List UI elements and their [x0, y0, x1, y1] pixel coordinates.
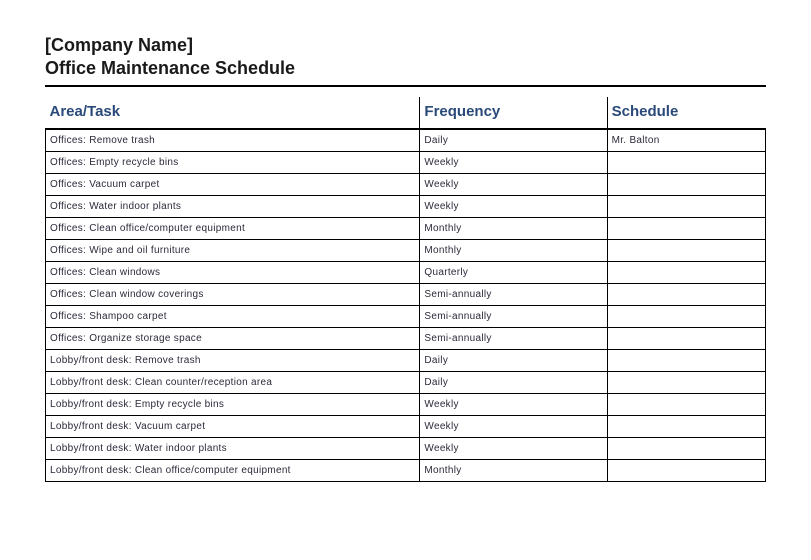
- table-row: Offices: Remove trashDailyMr. Balton: [46, 129, 766, 152]
- cell-frequency: Weekly: [420, 152, 607, 174]
- table-row: Offices: Clean window coveringsSemi-annu…: [46, 284, 766, 306]
- cell-area: Offices: Organize storage space: [46, 328, 420, 350]
- cell-frequency: Weekly: [420, 174, 607, 196]
- cell-frequency: Daily: [420, 129, 607, 152]
- cell-area: Lobby/front desk: Clean counter/receptio…: [46, 372, 420, 394]
- table-row: Lobby/front desk: Clean counter/receptio…: [46, 372, 766, 394]
- cell-schedule: Mr. Balton: [607, 129, 765, 152]
- company-name: [Company Name]: [45, 35, 766, 56]
- table-row: Offices: Water indoor plantsWeekly: [46, 196, 766, 218]
- cell-area: Offices: Clean office/computer equipment: [46, 218, 420, 240]
- cell-schedule: [607, 262, 765, 284]
- table-row: Lobby/front desk: Water indoor plantsWee…: [46, 438, 766, 460]
- cell-area: Offices: Empty recycle bins: [46, 152, 420, 174]
- table-row: Offices: Vacuum carpetWeekly: [46, 174, 766, 196]
- cell-frequency: Weekly: [420, 438, 607, 460]
- cell-area: Lobby/front desk: Remove trash: [46, 350, 420, 372]
- title-divider: [45, 85, 766, 87]
- cell-area: Lobby/front desk: Clean office/computer …: [46, 460, 420, 482]
- cell-frequency: Monthly: [420, 460, 607, 482]
- cell-schedule: [607, 460, 765, 482]
- cell-schedule: [607, 394, 765, 416]
- cell-frequency: Weekly: [420, 196, 607, 218]
- cell-schedule: [607, 328, 765, 350]
- cell-frequency: Monthly: [420, 218, 607, 240]
- cell-schedule: [607, 438, 765, 460]
- cell-area: Offices: Wipe and oil furniture: [46, 240, 420, 262]
- cell-area: Offices: Remove trash: [46, 129, 420, 152]
- table-row: Offices: Clean office/computer equipment…: [46, 218, 766, 240]
- cell-frequency: Quarterly: [420, 262, 607, 284]
- cell-schedule: [607, 240, 765, 262]
- cell-schedule: [607, 416, 765, 438]
- col-header-frequency: Frequency: [420, 97, 607, 129]
- table-row: Offices: Organize storage spaceSemi-annu…: [46, 328, 766, 350]
- cell-frequency: Daily: [420, 372, 607, 394]
- cell-frequency: Daily: [420, 350, 607, 372]
- cell-frequency: Monthly: [420, 240, 607, 262]
- cell-frequency: Semi-annually: [420, 306, 607, 328]
- maintenance-table: Area/Task Frequency Schedule Offices: Re…: [45, 97, 766, 482]
- cell-schedule: [607, 350, 765, 372]
- table-header-row: Area/Task Frequency Schedule: [46, 97, 766, 129]
- table-row: Offices: Wipe and oil furnitureMonthly: [46, 240, 766, 262]
- cell-area: Lobby/front desk: Vacuum carpet: [46, 416, 420, 438]
- col-header-schedule: Schedule: [607, 97, 765, 129]
- cell-frequency: Semi-annually: [420, 284, 607, 306]
- table-row: Lobby/front desk: Clean office/computer …: [46, 460, 766, 482]
- cell-schedule: [607, 218, 765, 240]
- cell-area: Offices: Water indoor plants: [46, 196, 420, 218]
- cell-schedule: [607, 152, 765, 174]
- table-row: Lobby/front desk: Vacuum carpetWeekly: [46, 416, 766, 438]
- cell-schedule: [607, 174, 765, 196]
- cell-area: Offices: Clean window coverings: [46, 284, 420, 306]
- cell-area: Lobby/front desk: Water indoor plants: [46, 438, 420, 460]
- cell-area: Offices: Clean windows: [46, 262, 420, 284]
- table-row: Offices: Empty recycle binsWeekly: [46, 152, 766, 174]
- cell-schedule: [607, 196, 765, 218]
- document-title: Office Maintenance Schedule: [45, 58, 766, 79]
- cell-frequency: Weekly: [420, 416, 607, 438]
- cell-area: Offices: Vacuum carpet: [46, 174, 420, 196]
- cell-schedule: [607, 284, 765, 306]
- cell-frequency: Semi-annually: [420, 328, 607, 350]
- cell-area: Offices: Shampoo carpet: [46, 306, 420, 328]
- cell-area: Lobby/front desk: Empty recycle bins: [46, 394, 420, 416]
- table-row: Lobby/front desk: Remove trashDaily: [46, 350, 766, 372]
- table-row: Offices: Shampoo carpetSemi-annually: [46, 306, 766, 328]
- table-row: Offices: Clean windowsQuarterly: [46, 262, 766, 284]
- col-header-area: Area/Task: [46, 97, 420, 129]
- cell-schedule: [607, 306, 765, 328]
- cell-schedule: [607, 372, 765, 394]
- table-row: Lobby/front desk: Empty recycle binsWeek…: [46, 394, 766, 416]
- cell-frequency: Weekly: [420, 394, 607, 416]
